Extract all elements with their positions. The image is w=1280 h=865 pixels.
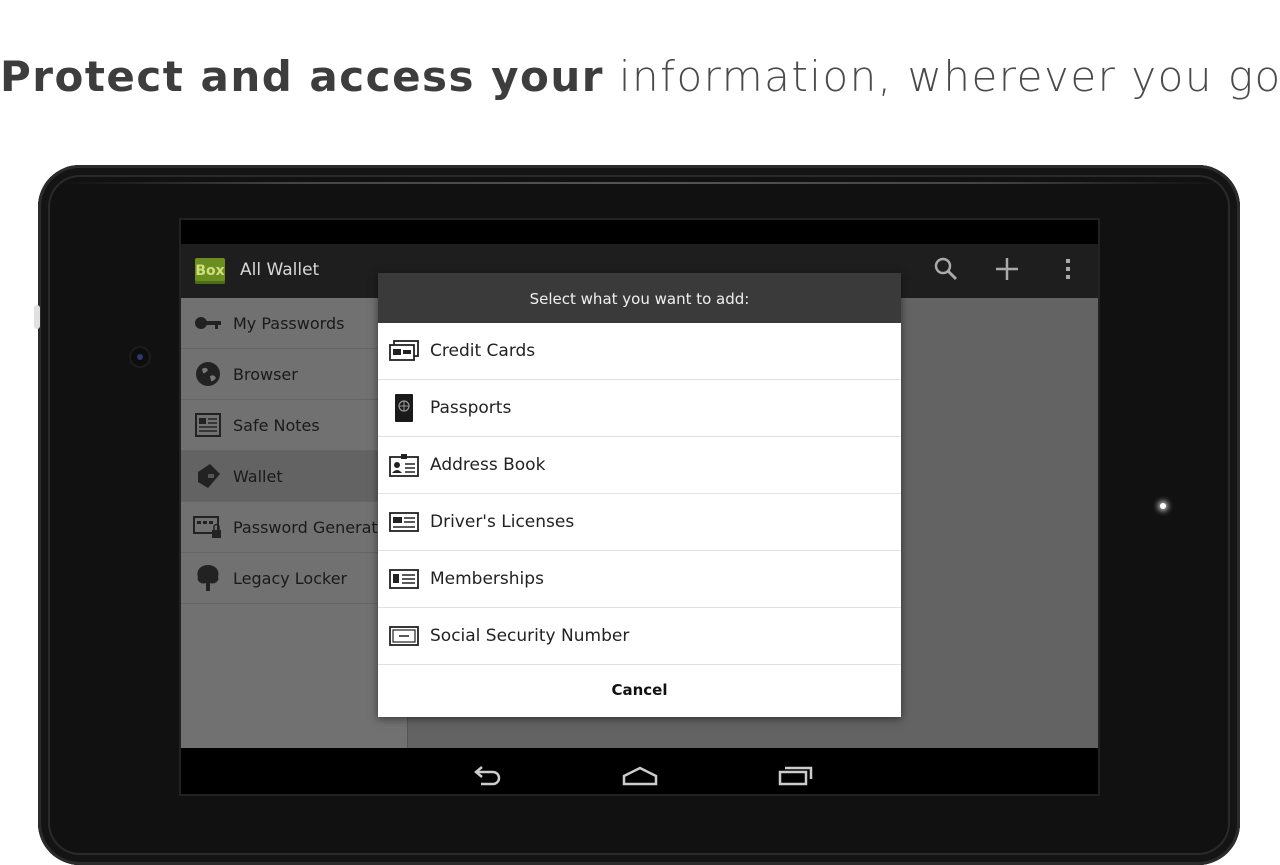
key-icon <box>193 308 223 338</box>
headline-bold: Protect and access your <box>0 52 605 101</box>
option-label: Memberships <box>430 569 544 589</box>
option-passports[interactable]: Passports <box>378 380 901 437</box>
sidebar-item-password-generator[interactable]: Password Generator <box>181 502 407 553</box>
sidebar-item-browser[interactable]: Browser <box>181 349 407 400</box>
option-label: Credit Cards <box>430 341 536 361</box>
note-icon <box>193 410 223 440</box>
membership-card-icon <box>389 564 419 594</box>
option-address-book[interactable]: Address Book <box>378 437 901 494</box>
dialog-title: Select what you want to add: <box>378 273 901 323</box>
bezel-highlight <box>60 182 1220 184</box>
sidebar-item-legacy-locker[interactable]: Legacy Locker <box>181 553 407 604</box>
home-icon[interactable] <box>620 758 660 786</box>
option-social-security-number[interactable]: Social Security Number <box>378 608 901 665</box>
back-icon[interactable] <box>467 758 507 786</box>
sidebar-item-label: Legacy Locker <box>233 568 348 588</box>
add-icon[interactable] <box>992 256 1022 286</box>
option-memberships[interactable]: Memberships <box>378 551 901 608</box>
drivers-license-icon <box>389 507 419 537</box>
credit-card-icon <box>389 336 419 366</box>
recent-apps-icon[interactable] <box>776 758 816 786</box>
cancel-button[interactable]: Cancel <box>378 665 901 716</box>
app-logo[interactable]: Box <box>195 258 225 284</box>
front-camera <box>131 348 149 366</box>
notification-led <box>1160 503 1166 509</box>
tablet-side-button <box>34 305 40 329</box>
sidebar-item-label: Password Generator <box>233 517 395 537</box>
option-label: Driver's Licenses <box>430 512 575 532</box>
system-navigation-bar <box>181 748 1098 794</box>
option-credit-cards[interactable]: Credit Cards <box>378 323 901 380</box>
option-drivers-licenses[interactable]: Driver's Licenses <box>378 494 901 551</box>
sidebar-item-label: Safe Notes <box>233 415 320 435</box>
sidebar: My Passwords Browser Safe Notes Wallet P… <box>181 298 408 748</box>
password-generator-icon <box>193 512 223 542</box>
passport-icon <box>389 393 419 423</box>
sidebar-item-my-passwords[interactable]: My Passwords <box>181 298 407 349</box>
option-label: Social Security Number <box>430 626 630 646</box>
sidebar-item-label: My Passwords <box>233 313 345 333</box>
overflow-menu-icon[interactable] <box>1053 256 1083 286</box>
search-icon[interactable] <box>931 256 961 286</box>
address-book-icon <box>389 450 419 480</box>
option-label: Passports <box>430 398 512 418</box>
tree-icon <box>193 563 223 593</box>
app-title: All Wallet <box>240 260 320 280</box>
sidebar-item-label: Browser <box>233 364 298 384</box>
status-bar <box>181 220 1098 244</box>
ssn-card-icon <box>389 621 419 651</box>
sidebar-item-label: Wallet <box>233 466 283 486</box>
option-label: Address Book <box>430 455 546 475</box>
wallet-icon <box>193 461 223 491</box>
headline: Protect and access your information, whe… <box>0 52 1280 101</box>
headline-light: information, wherever you go <box>618 52 1280 101</box>
sidebar-item-safe-notes[interactable]: Safe Notes <box>181 400 407 451</box>
globe-icon <box>193 359 223 389</box>
add-item-dialog: Select what you want to add: Credit Card… <box>378 273 901 717</box>
sidebar-item-wallet[interactable]: Wallet <box>181 451 407 502</box>
